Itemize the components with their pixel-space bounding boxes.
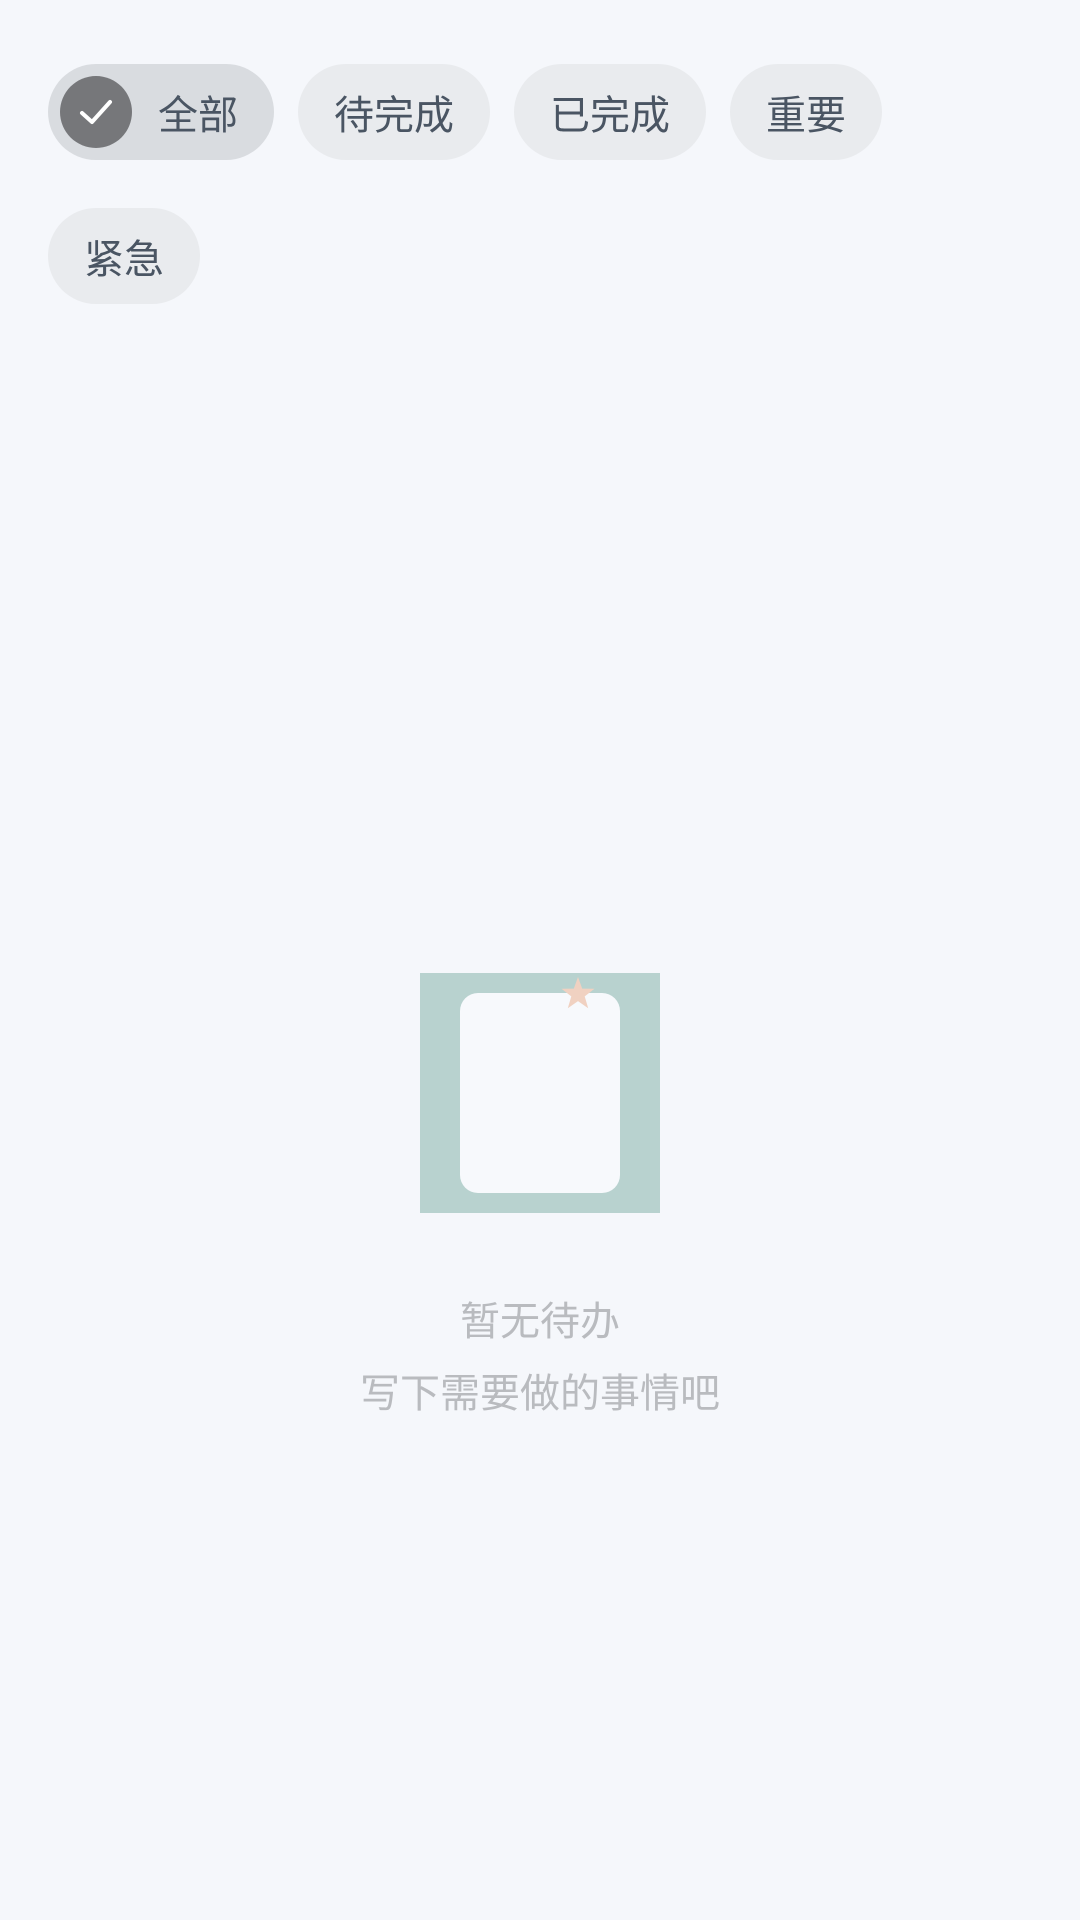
filter-chip-done[interactable]: 已完成 xyxy=(514,64,706,160)
empty-state-subtitle: 写下需要做的事情吧 xyxy=(360,1371,720,1417)
filter-chip-label: 已完成 xyxy=(550,93,670,139)
paper-card xyxy=(460,993,620,1193)
filter-chip-urgent[interactable]: 紧急 xyxy=(48,208,200,304)
filter-chip-label: 待完成 xyxy=(334,93,454,139)
star-icon xyxy=(561,977,595,1009)
check-icon xyxy=(60,76,132,148)
filter-chip-label: 全部 xyxy=(158,93,238,139)
filter-chip-label: 紧急 xyxy=(84,237,164,283)
filter-chip-label: 重要 xyxy=(766,93,846,139)
filter-chip-all[interactable]: 全部 xyxy=(48,64,274,160)
filter-chip-group: 全部 待完成 已完成 重要 紧急 xyxy=(48,64,1032,304)
filter-chip-pending[interactable]: 待完成 xyxy=(298,64,490,160)
empty-notes-illustration xyxy=(420,973,660,1213)
empty-state-title: 暂无待办 xyxy=(460,1299,620,1345)
filter-chip-important[interactable]: 重要 xyxy=(730,64,882,160)
